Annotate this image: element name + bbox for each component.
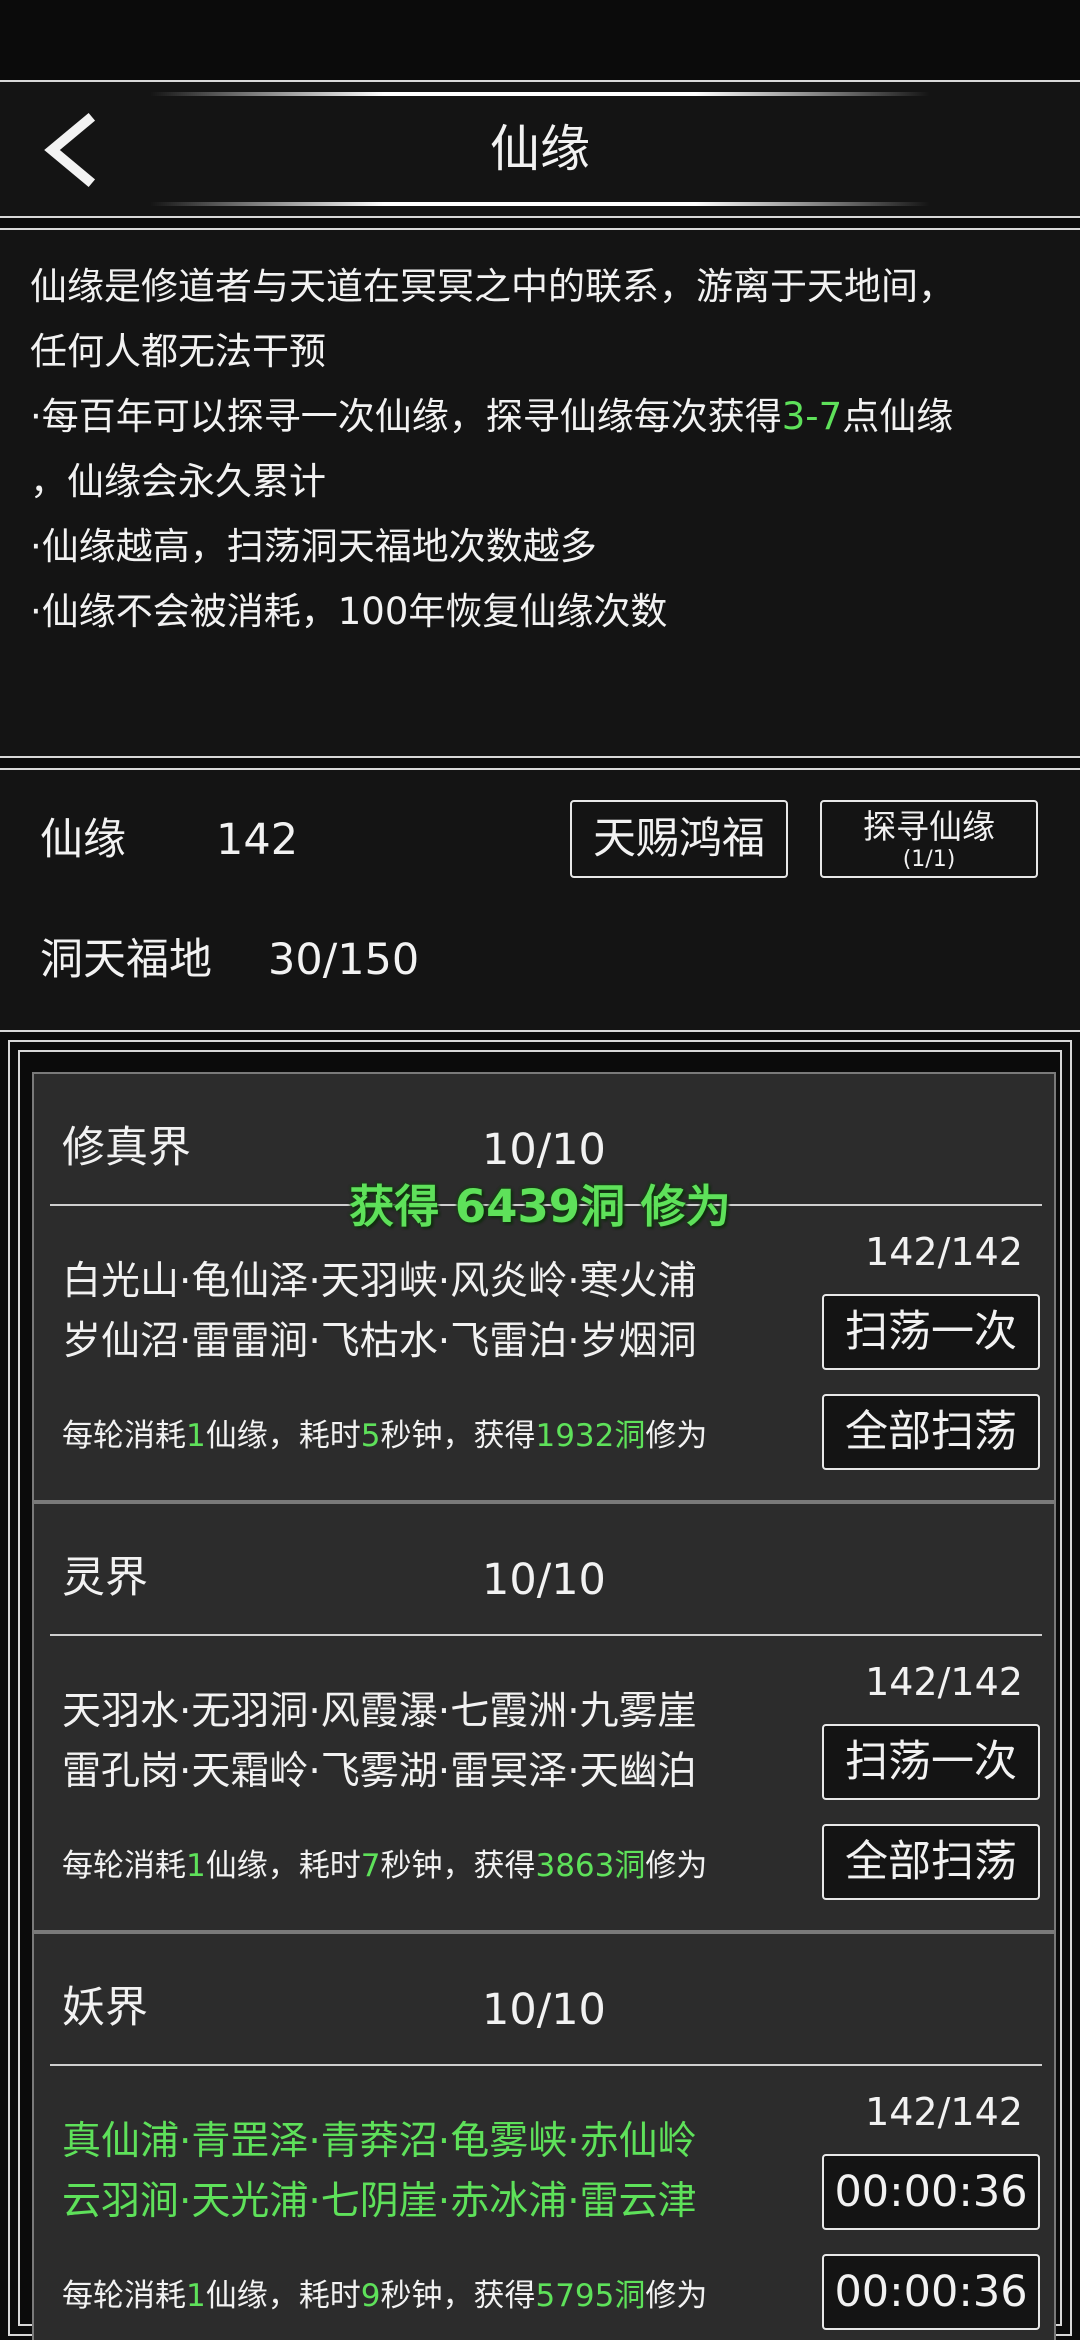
tianci-hongfu-button[interactable]: 天赐鸿福 [570,800,788,878]
sweep-once-button[interactable]: 扫荡一次 [822,1294,1040,1370]
desc-line: 仙缘是修道者与天道在冥冥之中的联系，游离于天地间， [30,265,955,308]
xianyuan-value: 142 [216,815,299,865]
realm-places: 白光山·龟仙泽·天羽峡·风炎岭·寒火浦 岁仙沼·雷雷涧·飞枯水·飞雷泊·岁烟洞 [62,1259,697,1364]
realm-progress: 10/10 [482,1555,606,1605]
tanxun-label: 探寻仙缘 [863,807,995,846]
description-panel: 仙缘是修道者与天道在冥冥之中的联系，游离于天地间， 任何人都无法干预 ·每百年可… [0,228,1080,758]
realm-progress: 10/10 [482,1985,606,2035]
dongtian-label: 洞天福地 [40,935,212,985]
realm-name: 妖界 [62,1983,148,2033]
realm-divider [50,1634,1042,1636]
realm-progress: 10/10 [482,1125,606,1175]
realm-info: 每轮消耗1仙缘，耗时5秒钟，获得1932洞修为 [62,1418,708,1454]
header-bar: 仙缘 [0,80,1080,218]
page-title: 仙缘 [490,120,590,178]
sweep-all-button[interactable]: 全部扫荡 [822,1394,1040,1470]
back-button[interactable] [38,112,108,188]
realm-name: 灵界 [62,1553,148,1603]
realm-card: 修真界 10/10 白光山·龟仙泽·天羽峡·风炎岭·寒火浦 岁仙沼·雷雷涧·飞枯… [32,1072,1056,1502]
realm-places: 天羽水·无羽洞·风霞瀑·七霞洲·九雾崖 雷孔岗·天霜岭·飞雾湖·雷冥泽·天幽泊 [62,1689,697,1794]
xianyuan-label: 仙缘 [40,815,126,865]
reward-popup: 获得 6439洞 修为 [349,1180,731,1233]
realm-info: 每轮消耗1仙缘，耗时7秒钟，获得3863洞修为 [62,1848,708,1884]
desc-highlight: 3-7 [781,395,843,438]
tanxun-xianyuan-button[interactable]: 探寻仙缘 (1/1) [820,800,1038,878]
desc-line: ·仙缘不会被消耗，100年恢复仙缘次数 [30,590,668,633]
header-top-ornament [150,92,930,96]
realm-sweep-count: 142/142 [865,2090,1023,2134]
desc-line: ·每百年可以探寻一次仙缘，探寻仙缘每次获得3-7点仙缘 [30,395,954,438]
realm-places: 真仙浦·青罡泽·青莽沼·龟雾峡·赤仙岭 云羽涧·天光浦·七阴崖·赤冰浦·雷云津 [62,2119,697,2224]
dongtian-value: 30/150 [268,935,420,985]
realm-card: 妖界 10/10 真仙浦·青罡泽·青莽沼·龟雾峡·赤仙岭 云羽涧·天光浦·七阴崖… [32,1932,1056,2340]
top-status-area [0,0,1080,80]
desc-line: ，仙缘会永久累计 [30,460,326,503]
status-panel: 仙缘 142 天赐鸿福 探寻仙缘 (1/1) 洞天福地 30/150 [0,768,1080,1032]
desc-line: ·仙缘越高，扫荡洞天福地次数越多 [30,525,597,568]
header-bottom-ornament [150,202,930,206]
sweep-all-button[interactable]: 全部扫荡 [822,1824,1040,1900]
realm-sweep-count: 142/142 [865,1230,1023,1274]
back-arrow-icon [44,112,96,188]
realm-divider [50,2064,1042,2066]
desc-line: 任何人都无法干预 [30,330,326,373]
realm-card: 灵界 10/10 天羽水·无羽洞·风霞瀑·七霞洲·九雾崖 雷孔岗·天霜岭·飞雾湖… [32,1502,1056,1932]
realm-name: 修真界 [62,1123,191,1173]
realm-info: 每轮消耗1仙缘，耗时9秒钟，获得5795洞修为 [62,2278,708,2314]
page: 仙缘 仙缘是修道者与天道在冥冥之中的联系，游离于天地间， 任何人都无法干预 ·每… [0,0,1080,2340]
sweep-once-button[interactable]: 扫荡一次 [822,1724,1040,1800]
tanxun-count: (1/1) [902,847,956,872]
sweep-timer-button[interactable]: 00:00:36 [822,2154,1040,2230]
realm-sweep-count: 142/142 [865,1660,1023,1704]
sweep-all-timer-button[interactable]: 00:00:36 [822,2254,1040,2330]
